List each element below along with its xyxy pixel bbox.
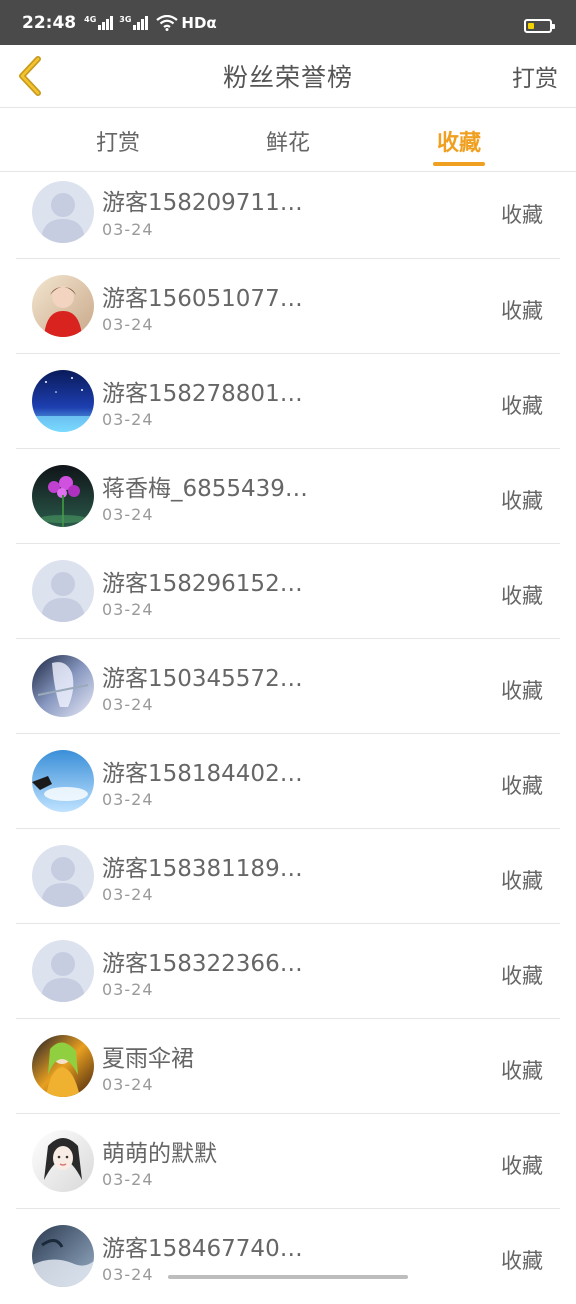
avatar (32, 655, 94, 717)
default-avatar-icon (32, 181, 94, 243)
fan-action-label: 收藏 (501, 299, 543, 323)
fan-date: 03-24 (102, 1265, 154, 1284)
fan-name: 游客156051077… (102, 286, 303, 312)
photo-avatar-icon (32, 655, 94, 717)
fan-date: 03-24 (102, 505, 154, 524)
status-time: 22:48 (22, 12, 77, 33)
list-item[interactable]: 游客150345572… 03-24 收藏 (0, 639, 576, 734)
fan-name: 游客158467740… (102, 1236, 303, 1262)
list-item[interactable]: 游客158184402… 03-24 收藏 (0, 734, 576, 829)
fan-name: 蒋香梅_6855439… (102, 476, 308, 502)
fan-action-label: 收藏 (501, 679, 543, 703)
list-item[interactable]: 蒋香梅_6855439… 03-24 收藏 (0, 449, 576, 544)
tab-bar: 打赏 鲜花 收藏 (0, 108, 576, 172)
active-tab-indicator (433, 162, 485, 166)
photo-avatar-icon (32, 370, 94, 432)
fan-name: 萌萌的默默 (102, 1141, 217, 1167)
list-item[interactable]: 游客158381189… 03-24 收藏 (0, 829, 576, 924)
fan-date: 03-24 (102, 790, 154, 809)
fan-date: 03-24 (102, 600, 154, 619)
list-item[interactable]: 萌萌的默默 03-24 收藏 (0, 1114, 576, 1209)
photo-avatar-icon (32, 1130, 94, 1192)
fan-action-label: 收藏 (501, 489, 543, 513)
photo-avatar-icon (32, 1035, 94, 1097)
list-item[interactable]: 游客158209711… 03-24 收藏 (0, 172, 576, 259)
header-bar: 粉丝荣誉榜 打赏 (0, 45, 576, 108)
default-avatar-icon (32, 560, 94, 622)
fan-action-label: 收藏 (501, 1059, 543, 1083)
wifi-icon (156, 14, 179, 31)
default-avatar-icon (32, 845, 94, 907)
page-title: 粉丝荣誉榜 (222, 63, 353, 92)
avatar (32, 750, 94, 812)
fan-date: 03-24 (102, 695, 154, 714)
list-item[interactable]: 游客158278801… 03-24 收藏 (0, 354, 576, 449)
fan-date: 03-24 (102, 220, 154, 239)
fan-date: 03-24 (102, 885, 154, 904)
photo-avatar-icon (32, 1225, 94, 1287)
fan-action-label: 收藏 (501, 203, 543, 227)
fan-name: 游客150345572… (102, 666, 303, 692)
avatar (32, 940, 94, 1002)
avatar (32, 1035, 94, 1097)
avatar (32, 845, 94, 907)
avatar (32, 181, 94, 243)
list-item[interactable]: 夏雨伞裙 03-24 收藏 (0, 1019, 576, 1114)
signal-icon: 4G (84, 14, 114, 30)
fan-name: 夏雨伞裙 (102, 1046, 194, 1072)
avatar (32, 370, 94, 432)
avatar (32, 465, 94, 527)
signal-indicators: 4G 3G (84, 14, 149, 30)
fan-date: 03-24 (102, 1075, 154, 1094)
fan-date: 03-24 (102, 410, 154, 429)
avatar (32, 1225, 94, 1287)
tab-favorites[interactable]: 收藏 (409, 125, 509, 157)
fan-action-label: 收藏 (501, 964, 543, 988)
network-type-2: 3G (119, 14, 132, 24)
home-indicator (168, 1275, 408, 1279)
fan-name: 游客158381189… (102, 856, 303, 882)
fan-action-label: 收藏 (501, 1249, 543, 1273)
status-bar: 22:48 4G 3G HDα (0, 0, 576, 45)
fan-date: 03-24 (102, 980, 154, 999)
fan-date: 03-24 (102, 315, 154, 334)
tab-reward[interactable]: 打赏 (68, 125, 168, 157)
list-item[interactable]: 游客158322366… 03-24 收藏 (0, 924, 576, 1019)
avatar (32, 560, 94, 622)
fan-name: 游客158278801… (102, 381, 303, 407)
fan-name: 游客158322366… (102, 951, 303, 977)
network-type-1: 4G (84, 14, 97, 24)
tab-flowers[interactable]: 鲜花 (238, 125, 338, 157)
avatar (32, 275, 94, 337)
fan-date: 03-24 (102, 1170, 154, 1189)
fan-name: 游客158296152… (102, 571, 303, 597)
fan-name: 游客158184402… (102, 761, 303, 787)
fan-action-label: 收藏 (501, 584, 543, 608)
reward-button[interactable]: 打赏 (512, 59, 558, 93)
wifi-label: HDα (181, 13, 217, 32)
fan-action-label: 收藏 (501, 869, 543, 893)
signal-icon: 3G (119, 14, 149, 30)
list-item[interactable]: 游客158467740… 03-24 收藏 (0, 1209, 576, 1304)
photo-avatar-icon (32, 275, 94, 337)
list-item[interactable]: 游客158296152… 03-24 收藏 (0, 544, 576, 639)
fan-name: 游客158209711… (102, 190, 303, 216)
fan-action-label: 收藏 (501, 1154, 543, 1178)
photo-avatar-icon (32, 465, 94, 527)
default-avatar-icon (32, 940, 94, 1002)
fan-action-label: 收藏 (501, 394, 543, 418)
avatar (32, 1130, 94, 1192)
battery-icon (524, 19, 555, 33)
list-item[interactable]: 游客156051077… 03-24 收藏 (0, 259, 576, 354)
photo-avatar-icon (32, 750, 94, 812)
fan-action-label: 收藏 (501, 774, 543, 798)
